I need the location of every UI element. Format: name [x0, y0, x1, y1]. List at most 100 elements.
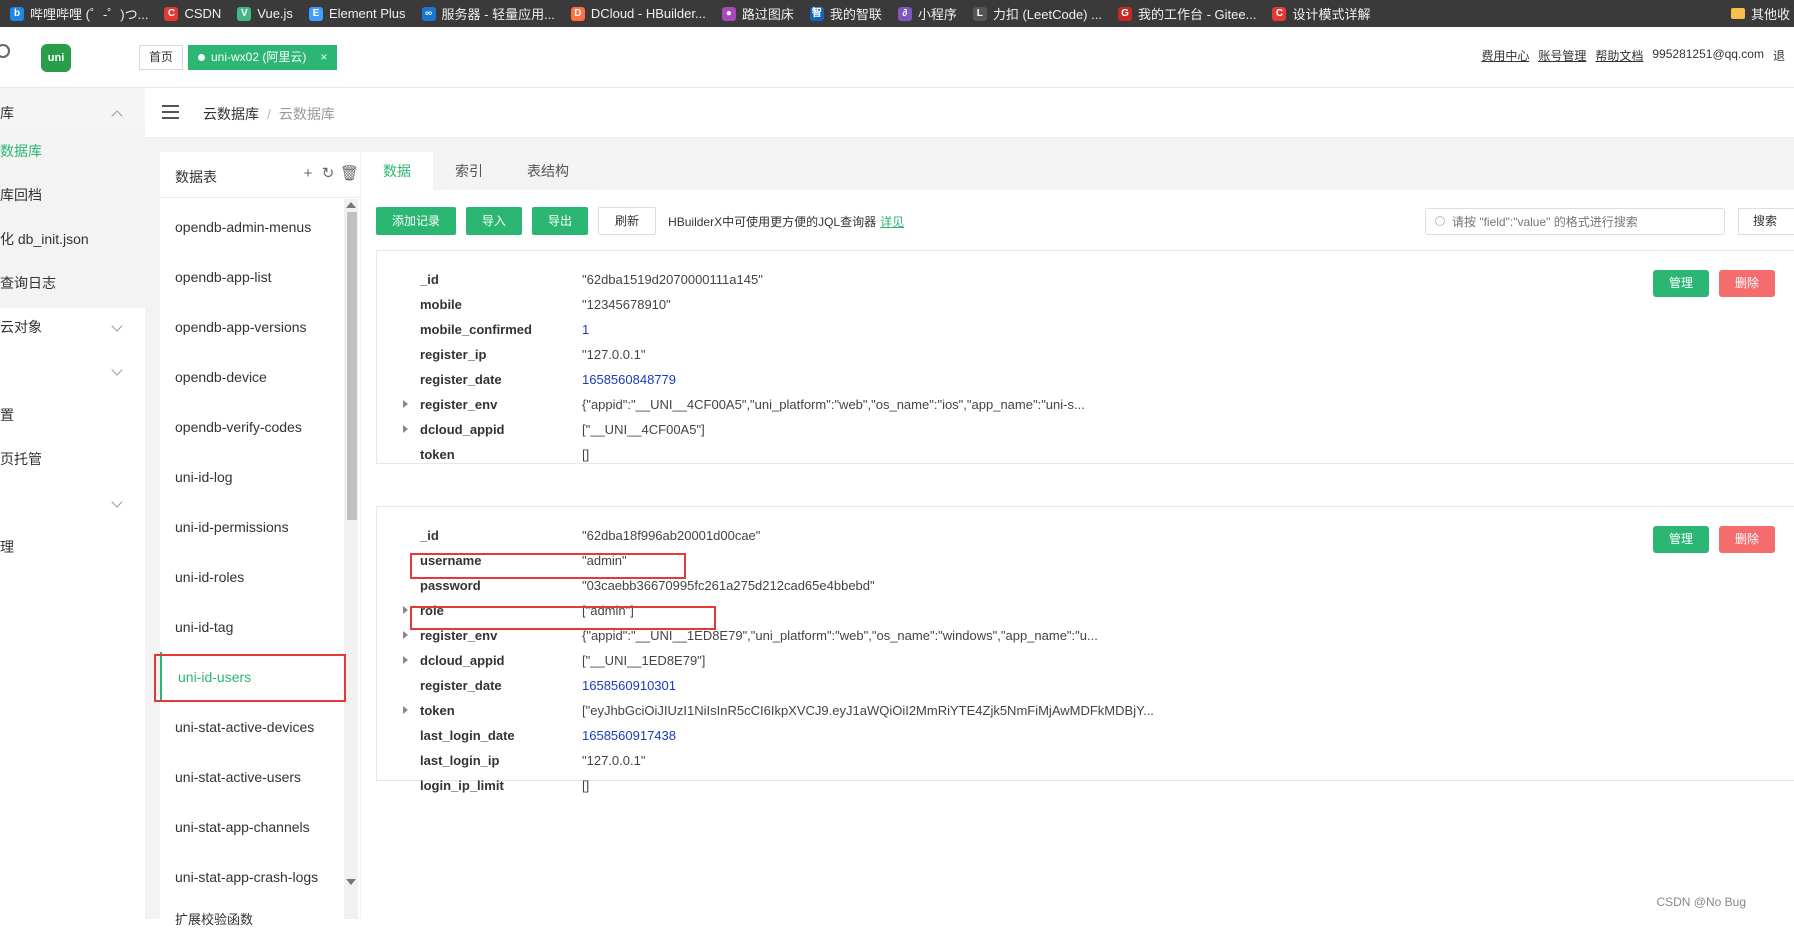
table-list-item[interactable]: uni-id-permissions	[160, 502, 344, 552]
refresh-icon[interactable]	[0, 44, 10, 58]
add-record-button[interactable]: 添加记录	[376, 207, 457, 235]
record-field-row[interactable]: dcloud_appid ["__UNI__4CF00A5"]	[377, 418, 1277, 443]
field-value: "127.0.0.1"	[582, 753, 646, 768]
breadcrumb-bar: 云数据库 / 云数据库	[145, 88, 1794, 138]
field-key: register_env	[420, 397, 498, 412]
record-field-row[interactable]: register_env {"appid":"__UNI__4CF00A5","u…	[377, 393, 1277, 418]
table-list-item[interactable]: uni-stat-active-users	[160, 752, 344, 802]
data-tabs: 数据 索引 表结构	[361, 152, 1794, 190]
tab-indexes[interactable]: 索引	[433, 152, 505, 190]
sidebar-item-label: 数据库	[0, 143, 42, 159]
bookmark-item[interactable]: E Element Plus	[308, 6, 406, 21]
bookmark-item[interactable]: V Vue.js	[237, 6, 293, 21]
tab-home[interactable]: 首页	[139, 45, 184, 70]
table-list-item[interactable]: opendb-device	[160, 352, 344, 402]
billing-link[interactable]: 费用中心	[1481, 47, 1529, 64]
watermark: CSDN @No Bug	[1656, 895, 1746, 909]
sidebar-item[interactable]: 页托管	[0, 434, 145, 484]
breadcrumb-root[interactable]: 云数据库	[203, 106, 259, 122]
export-button[interactable]: 导出	[532, 207, 589, 235]
table-list-item[interactable]: opendb-app-versions	[160, 302, 344, 352]
table-list-item[interactable]: uni-stat-app-channels	[160, 802, 344, 852]
delete-record-button[interactable]: 删除	[1719, 526, 1775, 553]
sidebar-item[interactable]: 云对象	[0, 302, 145, 352]
bookmark-item[interactable]: L 力扣 (LeetCode) ...	[972, 4, 1102, 23]
scroll-up-icon[interactable]	[346, 202, 356, 208]
search-button[interactable]: 搜索	[1738, 208, 1794, 235]
search-input[interactable]	[1452, 212, 1718, 231]
table-list-item[interactable]: opendb-admin-menus	[160, 202, 344, 252]
sidebar-item[interactable]	[0, 478, 145, 528]
expand-caret-icon[interactable]	[403, 656, 408, 664]
expand-caret-icon[interactable]	[403, 425, 408, 433]
manage-record-button[interactable]: 管理	[1653, 270, 1709, 297]
bookmark-item[interactable]: b 哔哩哔哩 (゜-゜)つ...	[10, 4, 148, 23]
account-link[interactable]: 账号管理	[1538, 47, 1586, 64]
record-field-row[interactable]: register_env {"appid":"__UNI__1ED8E79","u…	[377, 624, 1277, 649]
table-list-item[interactable]: opendb-verify-codes	[160, 402, 344, 452]
scroll-down-icon[interactable]	[346, 879, 356, 885]
sidebar-item[interactable]	[0, 346, 145, 396]
jql-details-link[interactable]: 详见	[880, 215, 904, 229]
table-list-item[interactable]: uni-id-users	[160, 652, 344, 702]
bookmark-item[interactable]: C 设计模式详解	[1272, 4, 1370, 23]
field-value: []	[582, 778, 590, 793]
menu-collapse-icon[interactable]	[162, 105, 179, 119]
sidebar-item[interactable]: 理	[0, 522, 145, 572]
close-icon[interactable]: ×	[320, 45, 327, 70]
bookmark-item[interactable]: ● 路过图床	[721, 4, 794, 23]
bookmark-item[interactable]: G 我的工作台 - Gitee...	[1117, 4, 1256, 23]
refresh-icon[interactable]: ↻	[320, 166, 336, 182]
csdn-icon: C	[1272, 6, 1287, 21]
table-list-item[interactable]: uni-stat-app-crash-logs	[160, 852, 344, 902]
record-field-row[interactable]: token ["eyJhbGciOiJIUzI1NiIsInR5cCI6IkpXV…	[377, 699, 1277, 724]
table-list-item[interactable]: uni-id-log	[160, 452, 344, 502]
bookmark-item[interactable]: ∞ 服务器 - 轻量应用...	[421, 4, 555, 23]
sidebar-item-label: 理	[0, 539, 14, 555]
record-card: _id "62dba18f996ab20001d00cae" username "ad…	[376, 506, 1794, 793]
bookmark-item[interactable]: C CSDN	[164, 6, 221, 21]
chevron-down-icon	[111, 364, 123, 376]
data-area: 数据 索引 表结构 添加记录 导入 导出 刷新 HBuilderX中可使用更方便…	[361, 152, 1794, 919]
expand-caret-icon[interactable]	[403, 706, 408, 714]
uni-logo[interactable]: uni	[41, 44, 71, 72]
field-value: 1658560848779	[582, 372, 676, 387]
sidebar-item[interactable]: 库回档	[0, 170, 145, 220]
help-docs-link[interactable]: 帮助文档	[1595, 47, 1643, 64]
add-icon[interactable]: +	[300, 166, 316, 182]
bookmark-item[interactable]: 智我的智联	[809, 4, 882, 23]
tab-schema[interactable]: 表结构	[505, 152, 591, 190]
image-host-icon: ●	[721, 6, 736, 21]
table-list-item[interactable]: opendb-app-list	[160, 252, 344, 302]
app-header: uni 首页 uni-wx02 (阿里云) × 费用中心 账号管理 帮助文档 9…	[0, 27, 1794, 88]
table-list-item[interactable]: uni-id-roles	[160, 552, 344, 602]
delete-record-button[interactable]: 删除	[1719, 270, 1775, 297]
record-field-row[interactable]: dcloud_appid ["__UNI__1ED8E79"]	[377, 649, 1277, 674]
bookmark-item[interactable]: D DCloud - HBuilder...	[570, 6, 706, 21]
logout-link[interactable]: 退	[1773, 47, 1785, 64]
tab-data[interactable]: 数据	[361, 152, 433, 190]
table-list-item[interactable]: uni-id-tag	[160, 602, 344, 652]
scrollbar-thumb[interactable]	[347, 212, 357, 520]
account-email[interactable]: 995281251@qq.com	[1652, 47, 1764, 64]
trash-icon[interactable]: 🗑	[340, 166, 359, 182]
sidebar-item[interactable]: 化 db_init.json	[0, 214, 145, 264]
table-list-item[interactable]: uni-stat-active-devices	[160, 702, 344, 752]
manage-record-button[interactable]: 管理	[1653, 526, 1709, 553]
refresh-button[interactable]: 刷新	[598, 207, 657, 235]
record-field-row: _id "62dba18f996ab20001d00cae"	[377, 524, 1277, 549]
expand-caret-icon[interactable]	[403, 631, 408, 639]
expand-caret-icon[interactable]	[403, 400, 408, 408]
expand-caret-icon[interactable]	[403, 606, 408, 614]
tab-space-uni-wx02[interactable]: uni-wx02 (阿里云) ×	[188, 45, 338, 70]
sidebar-item[interactable]: 置	[0, 390, 145, 440]
bookmark-item[interactable]: ∂ 小程序	[897, 4, 957, 23]
sidebar-item[interactable]: 数据库	[0, 126, 145, 176]
record-field-row: register_date 1658560848779	[377, 368, 1277, 393]
other-bookmarks[interactable]: 其他收	[1730, 0, 1794, 27]
record-field-row[interactable]: role ["admin"]	[377, 599, 1277, 624]
sidebar-item[interactable]: 查询日志	[0, 258, 145, 308]
jql-hint: HBuilderX中可使用更方便的JQL查询器 详见	[668, 213, 904, 230]
import-button[interactable]: 导入	[466, 207, 523, 235]
bookmarks-bar: b 哔哩哔哩 (゜-゜)つ... C CSDN V Vue.js E Element Plus…	[0, 0, 1794, 27]
